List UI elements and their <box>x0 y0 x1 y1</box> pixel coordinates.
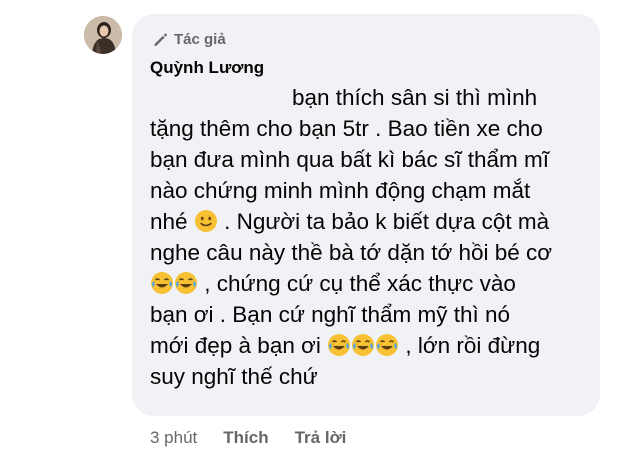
comment-bubble: Tác giả Quỳnh Lương bạn thích sân si thì… <box>132 14 600 416</box>
comment-line: tặng thêm cho bạn 5tr . Bao tiền xe cho <box>150 116 543 141</box>
comment-line: mới đẹp à bạn ơi , lớn rồi đừng <box>150 330 590 361</box>
comment-line-rest: , lớn rồi đừng <box>405 333 541 358</box>
face-with-tears-of-joy-icon <box>352 334 375 356</box>
author-badge: Tác giả <box>152 31 226 48</box>
comment-line: suy nghĩ thế chứ <box>150 364 318 389</box>
comment-line-rest: . Người ta bảo k biết dựa cột mà <box>224 209 550 234</box>
comment-line-rest: , chứng cứ cụ thể xác thực vào <box>204 271 516 296</box>
face-with-tears-of-joy-icon <box>151 272 173 294</box>
comment-line: nào chứng minh mình động chạm mắt <box>150 178 531 203</box>
slightly-smiling-face-icon <box>194 210 217 232</box>
comment-line: nhé . Người ta bảo k biết dựa cột mà <box>150 206 590 237</box>
comment-line-prefix: mới đẹp à bạn ơi <box>150 333 321 358</box>
comment-line: bạn ơi . Bạn cứ nghĩ thẩm mỹ thì nó <box>150 302 510 327</box>
comment-thread: Tác giả Quỳnh Lương bạn thích sân si thì… <box>0 0 620 470</box>
pencil-icon <box>154 33 167 46</box>
comment-text: bạn thích sân si thì mình tặng thêm cho … <box>150 82 590 392</box>
avatar[interactable] <box>84 16 122 54</box>
comment-line: bạn thích sân si thì mình <box>292 85 538 110</box>
author-badge-label: Tác giả <box>174 31 226 48</box>
reply-button[interactable]: Trả lời <box>295 428 347 448</box>
comment-line: bạn đưa mình qua bất kì bác sĩ thẩm mĩ <box>150 147 550 172</box>
comment-line: , chứng cứ cụ thể xác thực vào <box>150 268 590 299</box>
avatar-image <box>84 16 122 54</box>
face-with-tears-of-joy-icon <box>328 334 351 356</box>
face-with-tears-of-joy-icon <box>376 334 399 356</box>
author-name[interactable]: Quỳnh Lương <box>150 58 264 78</box>
like-button[interactable]: Thích <box>223 428 268 448</box>
comment-actions: 3 phút Thích Trả lời <box>150 428 372 448</box>
face-with-tears-of-joy-icon <box>175 272 197 294</box>
comment-line: nghe câu này thề bà tớ dặn tớ hồi bé cơ <box>150 240 553 265</box>
comment-line-prefix: nhé <box>150 209 188 234</box>
timestamp[interactable]: 3 phút <box>150 428 197 448</box>
